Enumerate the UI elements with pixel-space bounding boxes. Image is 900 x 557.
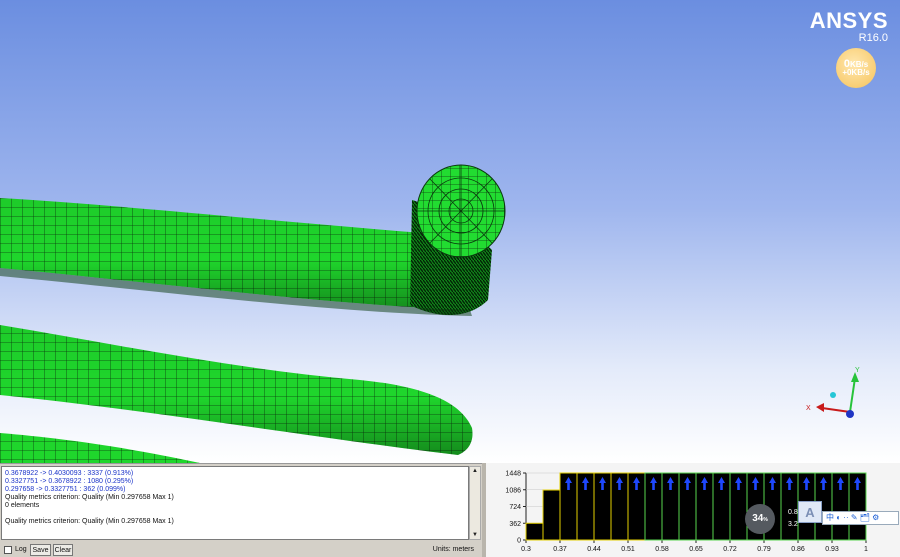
console-line: 0.3327751 -> 0.3678922 : 1080 (0.295%): [5, 478, 134, 485]
upper-pipe: [0, 164, 506, 316]
x-tick-label: 0.79: [757, 546, 771, 553]
console-output[interactable]: 0.3678922 -> 0.4030093 : 3337 (0.913%) 0.…: [1, 466, 469, 540]
network-speed-widget[interactable]: 0KB/s +0KB/s: [836, 48, 876, 88]
x-tick-label: 0.37: [553, 546, 567, 553]
console-line: 0 elements: [5, 502, 40, 509]
brand-name: ANSYS: [809, 8, 888, 33]
ime-toolbar[interactable]: 中 ◐ ·· ✎ 🗂 ⚙: [822, 511, 899, 525]
stat-top: 0.8: [788, 509, 798, 516]
console-scrollbar[interactable]: ▲ ▼: [469, 466, 481, 540]
quality-histogram-panel: 1448 1086 724 362 0 0.3 0.37 0.44 0.51 0.58 0.65 0.…: [486, 463, 900, 557]
axis-triad: Y X: [806, 367, 860, 418]
third-pipe: [0, 433, 200, 463]
units-label: Units: meters: [432, 546, 474, 553]
log-label: Log: [15, 546, 27, 553]
x-tick-label: 0.93: [825, 546, 839, 553]
message-panel: 0.3678922 -> 0.4030093 : 3337 (0.913%) 0.…: [0, 463, 482, 557]
graphics-viewport[interactable]: Y X ANSYS R16.0 0KB/s +0KB/s: [0, 0, 900, 463]
x-tick-label: 0.72: [723, 546, 737, 553]
x-tick-label: 0.51: [621, 546, 635, 553]
lower-pipe: [0, 325, 473, 455]
scroll-up-icon[interactable]: ▲: [472, 468, 478, 474]
console-line: 0.3678922 -> 0.4030093 : 3337 (0.913%): [5, 470, 134, 477]
console-line: Quality metrics criterion: Quality (Min …: [5, 518, 174, 525]
stat-bottom: 3.2: [788, 521, 798, 528]
save-button[interactable]: Save: [30, 544, 51, 556]
x-tick-label: 1: [864, 546, 868, 553]
y-tick-label: 1448: [505, 471, 521, 478]
y-tick-label: 0: [517, 538, 521, 545]
y-tick-label: 362: [509, 521, 521, 528]
x-tick-label: 0.65: [689, 546, 703, 553]
y-tick-label: 724: [509, 504, 521, 511]
x-tick-label: 0.3: [521, 546, 531, 553]
clear-button[interactable]: Clear: [53, 544, 73, 556]
log-checkbox[interactable]: [4, 546, 12, 554]
memory-usage-widget[interactable]: 34%: [745, 504, 775, 534]
console-line: 0.297658 -> 0.3327751 : 362 (0.099%): [5, 486, 126, 493]
memory-percent: 34: [752, 513, 764, 524]
axis-x-label: X: [806, 405, 811, 412]
x-tick-label: 0.58: [655, 546, 669, 553]
console-line: Quality metrics criterion: Quality (Min …: [5, 494, 174, 501]
ansys-logo: ANSYS R16.0: [810, 8, 888, 44]
ime-icon[interactable]: A: [798, 501, 822, 523]
mesh-model[interactable]: Y X: [0, 0, 900, 463]
x-tick-label: 0.86: [791, 546, 805, 553]
y-tick-label: 1086: [505, 487, 521, 494]
x-tick-label: 0.44: [587, 546, 601, 553]
scroll-down-icon[interactable]: ▼: [472, 532, 478, 538]
histogram-bar: [525, 522, 544, 541]
histogram-bar: [542, 489, 561, 541]
download-speed: +0KB/s: [842, 68, 870, 77]
quality-histogram[interactable]: 1448 1086 724 362 00.3 0.37 0.44 0.51 0.58 0.65 0.…: [486, 463, 900, 557]
console-toolbar: Log Save Clear Units: meters: [2, 544, 480, 557]
memory-unit: %: [763, 517, 768, 523]
axis-y-label: Y: [855, 367, 860, 374]
